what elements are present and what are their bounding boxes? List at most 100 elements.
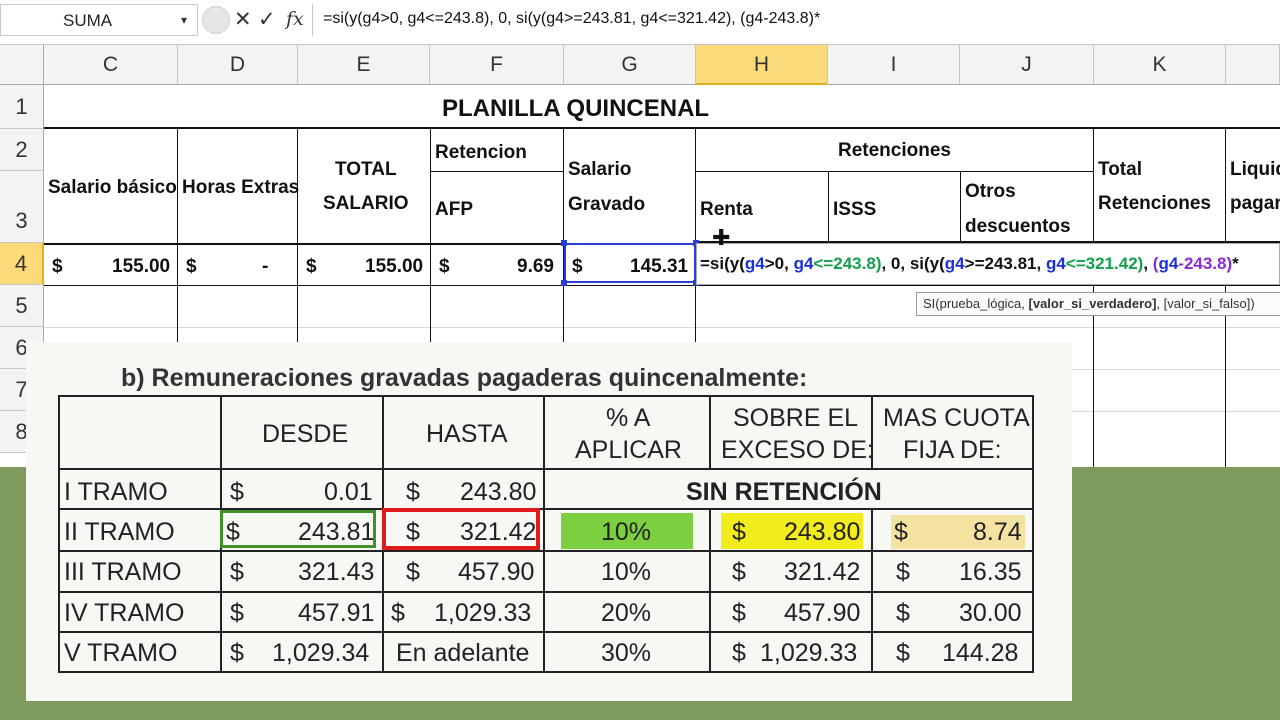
scan-currency: $ — [230, 639, 244, 667]
scan-hasta-value: En adelante — [396, 639, 530, 667]
row-header-5[interactable]: 5 — [0, 285, 44, 327]
col-header-d[interactable]: D — [178, 45, 298, 85]
scan-header-sobre-2: EXCESO DE: — [721, 436, 874, 464]
header-salario-gravado-1: Salario — [568, 159, 632, 180]
header-salario-basico: Salario básico — [48, 177, 177, 198]
scan-sin-retencion: SIN RETENCIÓN — [686, 478, 882, 506]
scan-currency: $ — [896, 639, 910, 667]
scan-sobre-value: 243.80 — [784, 518, 861, 546]
function-tooltip: SI(prueba_lógica, [valor_si_verdadero], … — [916, 292, 1280, 316]
header-total-salario-2: SALARIO — [323, 193, 409, 214]
green-box-highlight — [220, 510, 376, 548]
header-retencion: Retencion — [435, 142, 527, 163]
cell-f4-value[interactable]: 9.69 — [517, 256, 554, 278]
col-header-h[interactable]: H — [696, 45, 828, 85]
cell-f4-currency: $ — [439, 256, 450, 277]
formula-part: , 0, si(y( — [881, 254, 945, 273]
formula-part: >=243.81, — [964, 254, 1046, 273]
cell-e4-currency: $ — [306, 256, 317, 277]
formula-part: -243.8) — [1178, 254, 1233, 273]
formula-input[interactable]: =si(y(g4>0, g4<=243.8), 0, si(y(g4>=243.… — [312, 4, 1280, 36]
col-header-k[interactable]: K — [1094, 45, 1226, 85]
cell-d4-value[interactable]: - — [262, 256, 268, 278]
name-box-value: SUMA — [63, 11, 113, 30]
header-total-retenciones-1: Total — [1098, 159, 1142, 180]
cell-c4-value[interactable]: 155.00 — [112, 256, 170, 278]
range-handle[interactable] — [561, 240, 567, 246]
header-afp: AFP — [435, 199, 473, 220]
scan-pct-value: 10% — [601, 518, 652, 546]
scan-border — [58, 591, 1034, 593]
scan-tramo: IV TRAMO — [64, 599, 185, 627]
cell-e4-value[interactable]: 155.00 — [365, 256, 423, 278]
scan-hasta-value: 457.90 — [458, 558, 535, 586]
col-header-e[interactable]: E — [298, 45, 430, 85]
col-header-g[interactable]: G — [564, 45, 696, 85]
formula-ref-g4: g4 — [1158, 254, 1179, 273]
scan-tramo: II TRAMO — [64, 518, 175, 546]
scan-pct-value: 30% — [601, 639, 652, 667]
scan-hasta-value: 1,029.33 — [434, 599, 532, 627]
scan-title: b) Remuneraciones gravadas pagaderas qui… — [121, 364, 808, 392]
scan-header-pct-2: APLICAR — [575, 436, 682, 464]
scan-header-desde: DESDE — [262, 420, 349, 448]
scan-border — [58, 631, 1034, 633]
cell-c4-currency: $ — [52, 256, 63, 277]
scan-header-hasta: HASTA — [426, 420, 508, 448]
table-border — [44, 285, 1280, 286]
gridline — [44, 327, 1280, 328]
sheet-title: PLANILLA QUINCENAL — [442, 95, 710, 122]
scan-currency: $ — [732, 558, 746, 586]
scanned-tax-table: b) Remuneraciones gravadas pagaderas qui… — [26, 342, 1072, 701]
row-header-2[interactable]: 2 — [0, 129, 44, 171]
header-horas-extras: Horas Extras — [182, 177, 300, 198]
col-header-i[interactable]: I — [828, 45, 960, 85]
formula-ref-g4: g4 — [944, 254, 965, 273]
insert-function-icon[interactable]: fx — [286, 8, 304, 30]
col-header-l[interactable] — [1226, 45, 1280, 85]
col-header-f[interactable]: F — [430, 45, 564, 85]
header-total-salario-1: TOTAL — [335, 159, 397, 180]
table-border — [696, 171, 1094, 172]
cancel-icon[interactable]: ✕ — [234, 7, 252, 32]
scan-sobre-value: 457.90 — [784, 599, 861, 627]
table-border — [44, 127, 1280, 129]
scan-currency: $ — [406, 478, 420, 506]
header-salario-gravado-2: Gravado — [568, 194, 646, 215]
enter-icon[interactable]: ✓ — [258, 7, 276, 32]
scan-cuota-value: 30.00 — [959, 599, 1022, 627]
scan-desde-value: 457.91 — [298, 599, 375, 627]
header-otros-1: Otros — [965, 181, 1016, 202]
header-liquido-1: Liquido — [1230, 159, 1280, 180]
row-header-4[interactable]: 4 — [0, 243, 44, 285]
row-header-3[interactable]: 3 — [0, 171, 44, 243]
scan-currency: $ — [230, 478, 244, 506]
cell-d4-currency: $ — [186, 256, 197, 277]
scan-header-sobre-1: SOBRE EL — [733, 404, 859, 432]
scan-cuota-value: 8.74 — [973, 518, 1022, 546]
expand-handle-icon[interactable] — [202, 6, 230, 34]
scan-border — [709, 395, 711, 469]
name-box[interactable]: SUMA ▾ — [0, 4, 198, 36]
row-header-1[interactable]: 1 — [0, 85, 44, 129]
col-header-c[interactable]: C — [44, 45, 178, 85]
header-retenciones: Retenciones — [838, 140, 951, 161]
range-handle[interactable] — [561, 280, 567, 286]
table-border — [430, 171, 564, 172]
formula-part: >0, — [764, 254, 794, 273]
h4-editing-cell[interactable]: =si(y(g4>0, g4<=243.8), 0, si(y(g4>=243.… — [696, 243, 1280, 285]
scan-currency: $ — [732, 639, 746, 667]
scan-currency: $ — [732, 599, 746, 627]
scan-currency: $ — [732, 518, 746, 546]
name-box-dropdown-icon[interactable]: ▾ — [181, 13, 187, 27]
scan-currency: $ — [406, 558, 420, 586]
scan-currency: $ — [896, 558, 910, 586]
scan-pct-value: 10% — [601, 558, 652, 586]
formula-part: * — [1232, 254, 1239, 273]
formula-part: =si(y( — [700, 254, 745, 273]
scan-sobre-value: 1,029.33 — [760, 639, 858, 667]
col-header-j[interactable]: J — [960, 45, 1094, 85]
scan-tramo: V TRAMO — [64, 639, 178, 667]
select-all-corner[interactable] — [0, 45, 44, 85]
scan-pct-value: 20% — [601, 599, 652, 627]
